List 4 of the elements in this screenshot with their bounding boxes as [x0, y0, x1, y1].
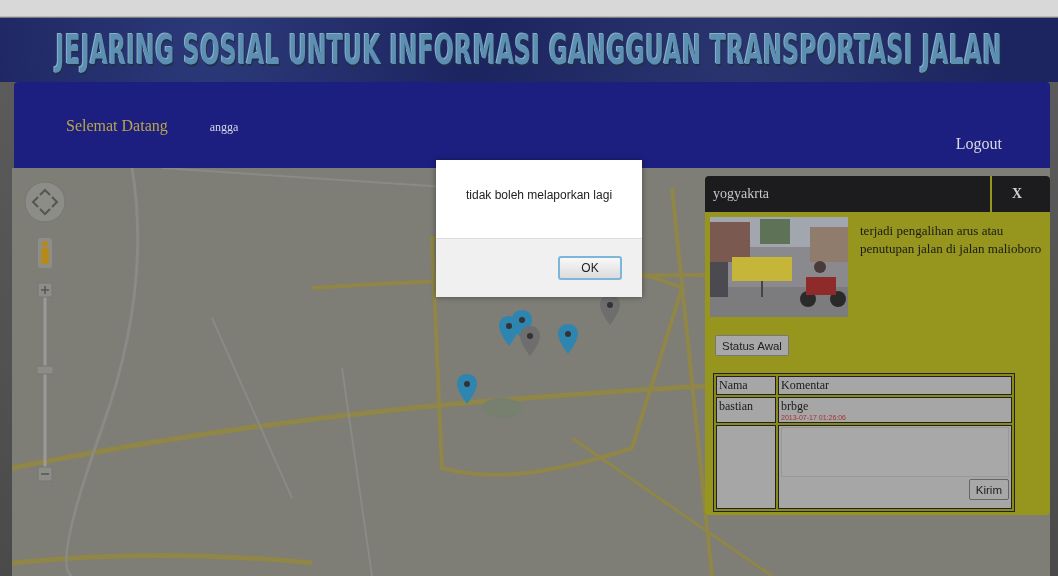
site-title: JEJARING SOSIAL UNTUK INFORMASI GANGGUAN TRANSPORTASI JALAN	[55, 26, 1003, 74]
username: angga	[209, 120, 239, 135]
greeting: Selemat Datang	[66, 117, 168, 135]
logout-link[interactable]: Logout	[955, 135, 1002, 153]
